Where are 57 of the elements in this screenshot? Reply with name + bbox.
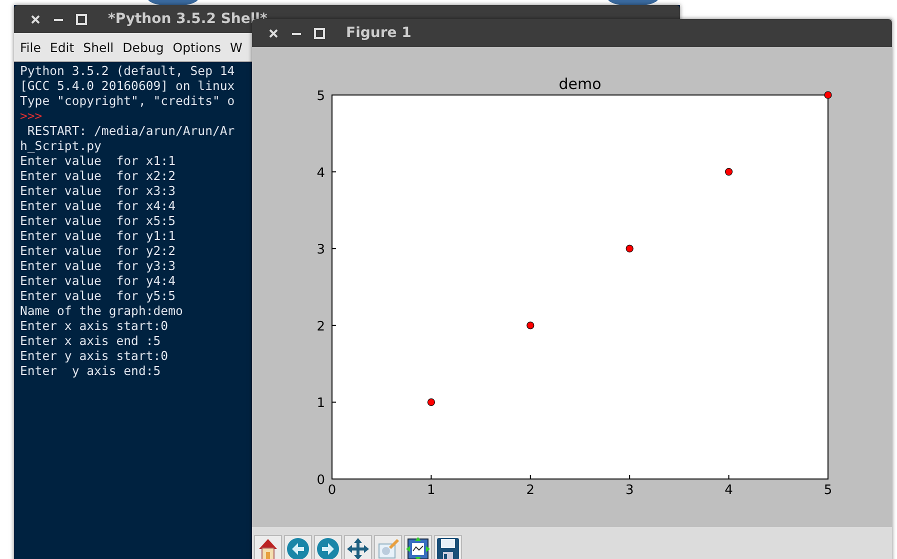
console-line: Enter x axis start:0 [20,319,168,334]
x-tick-label: 0 [328,483,336,498]
console-line: Enter x axis end :5 [20,334,161,349]
forward-button[interactable] [314,535,342,559]
console-line: Python 3.5.2 (default, Sep 14 [20,64,235,79]
console-line: Enter value for x4:4 [20,199,176,214]
console-line: Enter y axis end:5 [20,364,161,379]
chart-title: demo [558,75,602,93]
y-tick-label: 1 [316,396,325,412]
y-tick-label: 4 [316,166,325,181]
home-button[interactable] [254,535,282,559]
prompt-text: >>> [20,109,42,124]
subplots-button[interactable] [404,535,432,559]
x-tick-label: 2 [526,483,535,498]
console-line: Enter y axis start:0 [20,349,168,364]
x-tick-label: 4 [724,483,733,498]
window-title: Figure 1 [346,25,412,41]
maximize-icon[interactable] [314,28,325,38]
console-line: [GCC 5.4.0 20160609] on linux [20,79,235,94]
console-line: Type "copyright", "credits" o [20,94,235,109]
back-button[interactable] [284,535,312,559]
subplot-config-icon [406,537,430,559]
console-line: Enter value for x3:3 [20,184,176,199]
console-line: h_Script.py [20,139,102,154]
console-line: Enter value for y4:4 [20,274,176,289]
move-arrows-icon [346,537,370,559]
y-tick-label: 2 [316,319,325,334]
menu-item[interactable]: W [230,40,242,54]
house-icon [257,537,279,559]
menu-item[interactable]: Options [172,40,221,54]
menu-item[interactable]: Debug [122,40,164,54]
console-line: Enter value for y5:5 [20,289,176,304]
y-tick-label: 5 [316,89,325,104]
console-line: Enter value for y1:1 [20,229,176,244]
console-line: RESTART: /media/arun/Arun/Ar [26,124,235,139]
right-arrow-icon [316,537,340,559]
y-tick-label: 0 [316,473,325,488]
menu-item[interactable]: Edit [50,40,74,54]
console-line: Enter value for x2:2 [20,169,176,184]
close-icon[interactable] [31,14,40,24]
console-line: Enter value for y2:2 [20,244,176,259]
menu-item[interactable]: File [20,40,41,54]
console-line: Name of the graph:demo [20,304,183,319]
y-tick-label: 3 [316,242,325,258]
console-line: Enter value for x1:1 [20,154,176,169]
pan-button[interactable] [344,535,372,559]
x-tick-label: 1 [427,483,436,498]
close-icon[interactable] [269,28,278,38]
console-line: Enter value for x5:5 [20,214,176,229]
left-arrow-icon [286,537,310,559]
x-tick-label: 3 [625,483,634,498]
edit-window-icon [376,537,400,559]
x-tick-label: 5 [824,483,832,498]
maximize-icon[interactable] [76,14,87,24]
console-line: Enter value for y3:3 [20,259,176,274]
menu-item[interactable]: Shell [83,40,114,54]
save-button[interactable] [434,535,462,559]
